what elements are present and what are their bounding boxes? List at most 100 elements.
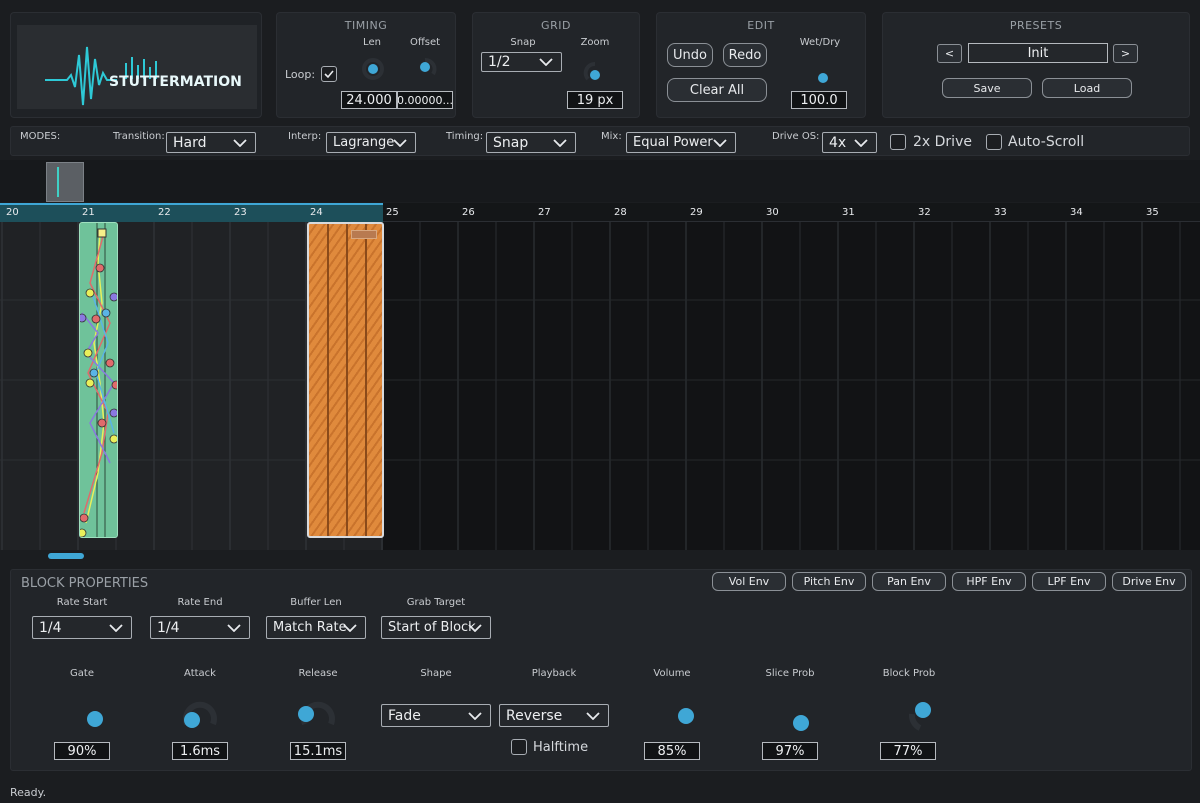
ruler-tick-23: 23 — [234, 207, 247, 218]
len-knob[interactable] — [361, 57, 385, 81]
block-prob-label: Block Prob — [882, 668, 936, 679]
ruler-tick-32: 32 — [918, 207, 931, 218]
preset-name[interactable]: Init — [968, 43, 1108, 63]
grab-target-value: Start of Block — [388, 620, 476, 635]
ruler-tick-20: 20 — [6, 207, 19, 218]
zoom-label: Zoom — [580, 37, 610, 48]
hpf-env-button[interactable]: HPF Env — [952, 572, 1026, 591]
pitch-env-button[interactable]: Pitch Env — [792, 572, 866, 591]
volume-knob[interactable] — [664, 694, 704, 734]
presets-title: PRESETS — [1009, 19, 1063, 32]
drive2x-checkbox[interactable] — [890, 134, 906, 150]
attack-value[interactable]: 1.6ms — [172, 742, 228, 760]
gate-knob[interactable] — [70, 694, 110, 734]
block-prob-value[interactable]: 77% — [880, 742, 936, 760]
autoscroll-checkbox[interactable] — [986, 134, 1002, 150]
lpf-env-button[interactable]: LPF Env — [1032, 572, 1106, 591]
drive2x-label: 2x Drive — [913, 134, 972, 150]
shape-dropdown[interactable]: Fade — [381, 704, 491, 727]
loop-region-bar[interactable] — [0, 203, 383, 222]
attack-knob[interactable] — [180, 694, 220, 734]
edit-panel: EDIT Undo Redo Clear All Wet/Dry 100.0 — [656, 12, 866, 118]
grab-target-dropdown[interactable]: Start of Block — [381, 616, 491, 639]
snap-value: 1/2 — [488, 54, 511, 70]
timeline-scroll-thumb[interactable] — [48, 553, 84, 559]
stutter-block-green[interactable] — [79, 222, 118, 538]
redo-button[interactable]: Redo — [723, 43, 767, 67]
chevron-down-icon — [553, 138, 567, 147]
release-value[interactable]: 15.1ms — [290, 742, 346, 760]
ruler-tick-34: 34 — [1070, 207, 1083, 218]
ruler-tick-25: 25 — [386, 207, 399, 218]
transition-value: Hard — [173, 134, 207, 151]
loop-checkbox[interactable] — [321, 66, 337, 82]
volume-label: Volume — [653, 668, 691, 679]
offset-knob[interactable] — [413, 57, 437, 81]
volume-value[interactable]: 85% — [644, 742, 700, 760]
undo-button[interactable]: Undo — [667, 43, 713, 67]
envelope-curves — [80, 223, 117, 537]
driveos-label: Drive OS: — [772, 131, 820, 142]
overview-strip[interactable] — [0, 160, 1200, 202]
logo-image: STUTTERMATION — [17, 25, 257, 109]
driveos-value: 4x — [829, 134, 847, 151]
wetdry-knob[interactable] — [811, 66, 835, 90]
chevron-down-icon — [109, 623, 123, 632]
timeline-scrollbar[interactable] — [0, 550, 1200, 562]
offset-label: Offset — [409, 37, 441, 48]
chevron-down-icon — [227, 623, 241, 632]
clear-all-button[interactable]: Clear All — [667, 78, 767, 102]
rate-start-dropdown[interactable]: 1/4 — [32, 616, 132, 639]
playback-value: Reverse — [506, 707, 563, 724]
attack-label: Attack — [184, 668, 216, 679]
timing-title: TIMING — [344, 19, 388, 32]
grab-target-label: Grab Target — [406, 597, 466, 608]
interp-dropdown[interactable]: Lagrange — [326, 132, 416, 153]
stutter-block-orange[interactable] — [307, 222, 384, 538]
rate-end-label: Rate End — [177, 597, 223, 608]
mix-dropdown[interactable]: Equal Power — [626, 132, 736, 153]
slice-prob-value[interactable]: 97% — [762, 742, 818, 760]
halftime-label: Halftime — [533, 740, 589, 755]
buffer-len-dropdown[interactable]: Match Rate — [266, 616, 366, 639]
preset-next-button[interactable]: > — [1113, 44, 1138, 63]
ruler-tick-30: 30 — [766, 207, 779, 218]
preset-save-button[interactable]: Save — [942, 78, 1032, 98]
transition-dropdown[interactable]: Hard — [166, 132, 256, 153]
offset-value[interactable]: 0.00000... — [397, 91, 453, 109]
halftime-checkbox[interactable] — [511, 739, 527, 755]
shape-label: Shape — [420, 668, 452, 679]
snap-dropdown[interactable]: 1/2 — [481, 52, 562, 72]
edit-title: EDIT — [747, 19, 775, 32]
wetdry-value[interactable]: 100.0 — [791, 91, 847, 109]
transition-label: Transition: — [113, 131, 165, 142]
buffer-len-label: Buffer Len — [290, 597, 342, 608]
overview-viewport-handle[interactable] — [46, 162, 84, 202]
zoom-knob[interactable] — [583, 61, 607, 85]
rate-end-dropdown[interactable]: 1/4 — [150, 616, 250, 639]
release-label: Release — [298, 668, 338, 679]
preset-prev-button[interactable]: < — [937, 44, 962, 63]
vol-env-button[interactable]: Vol Env — [712, 572, 786, 591]
chevron-down-icon — [713, 138, 727, 147]
ruler-tick-24: 24 — [310, 207, 323, 218]
timing-mode-dropdown[interactable]: Snap — [486, 132, 576, 153]
rate-start-label: Rate Start — [56, 597, 108, 608]
preset-load-button[interactable]: Load — [1042, 78, 1132, 98]
release-knob[interactable] — [298, 694, 338, 734]
ruler-tick-31: 31 — [842, 207, 855, 218]
timeline-canvas[interactable] — [0, 222, 1200, 550]
drive-env-button[interactable]: Drive Env — [1112, 572, 1186, 591]
loop-label: Loop: — [285, 68, 316, 81]
block-properties-title: BLOCK PROPERTIES — [21, 576, 149, 591]
len-value[interactable]: 24.000 — [341, 91, 397, 109]
block-prob-knob[interactable] — [902, 694, 942, 734]
slice-prob-knob[interactable] — [780, 694, 820, 734]
playback-dropdown[interactable]: Reverse — [499, 704, 609, 727]
zoom-value[interactable]: 19 px — [567, 91, 623, 109]
driveos-dropdown[interactable]: 4x — [822, 132, 877, 153]
gate-value[interactable]: 90% — [54, 742, 110, 760]
logo-text: STUTTERMATION — [109, 74, 242, 90]
pan-env-button[interactable]: Pan Env — [872, 572, 946, 591]
logo-panel: STUTTERMATION — [10, 12, 262, 118]
